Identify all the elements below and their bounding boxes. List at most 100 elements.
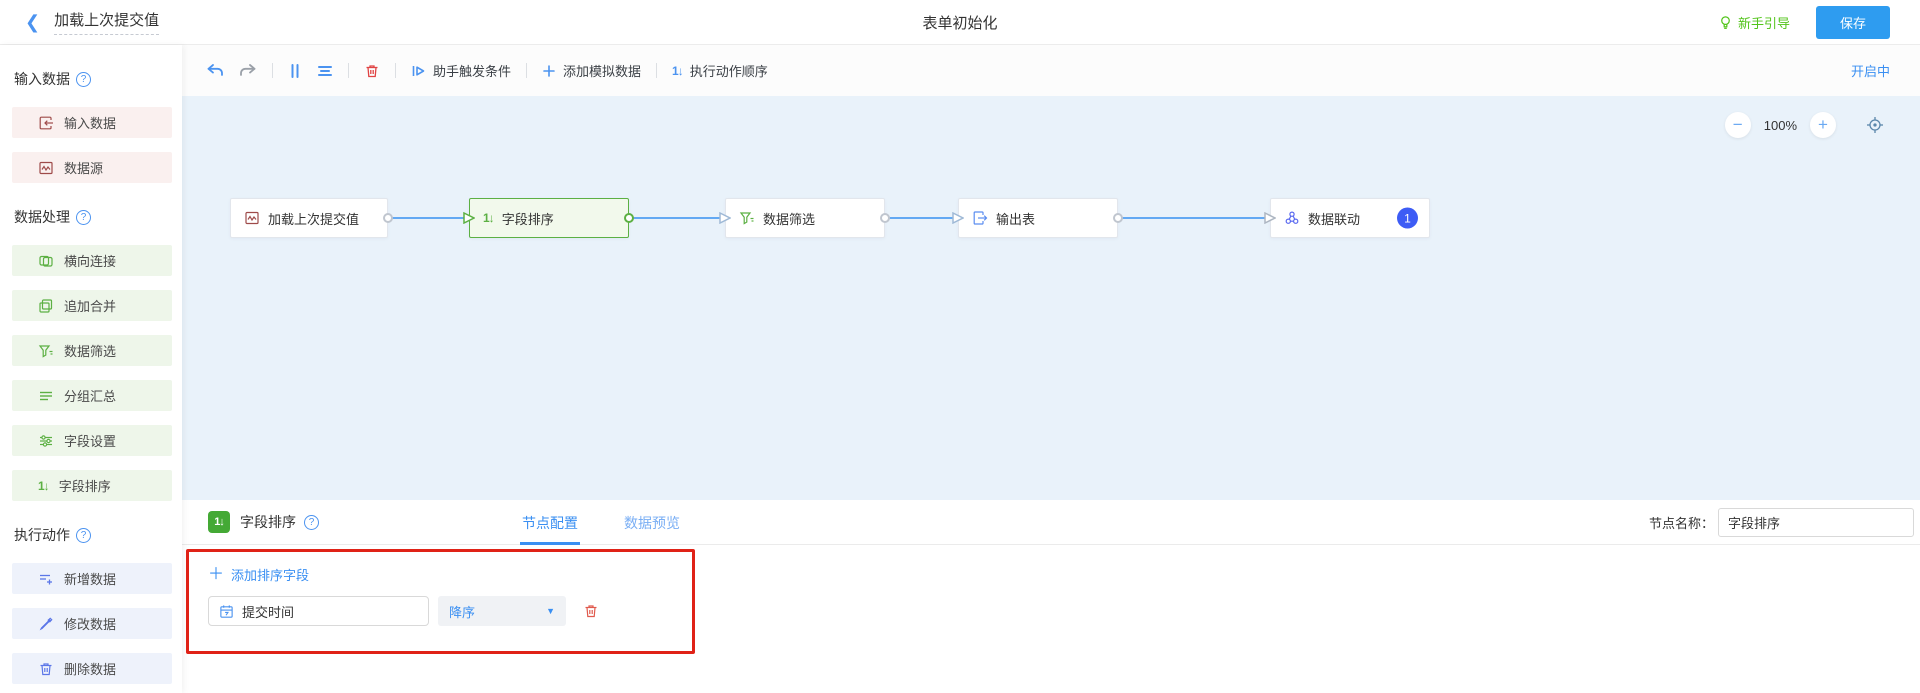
sidebar-item-add-data[interactable]: 新增数据: [12, 563, 172, 594]
sidebar-item-edit-data[interactable]: 修改数据: [12, 608, 172, 639]
node-label: 字段排序: [502, 209, 554, 228]
node-name-input[interactable]: [1718, 508, 1914, 537]
connector-line: [1118, 217, 1270, 219]
delete-sort-rule-icon[interactable]: [583, 603, 599, 619]
node-badge: 1: [1397, 208, 1418, 229]
trigger-icon: [411, 64, 426, 78]
filter-icon: [38, 343, 54, 359]
sidebar-item-data-filter[interactable]: 数据筛选: [12, 335, 172, 366]
sidebar-item-label: 分组汇总: [64, 386, 116, 405]
sort-field-select[interactable]: 提交时间: [208, 596, 429, 626]
field-settings-icon: [38, 433, 54, 449]
sort-order-value: 降序: [449, 602, 475, 621]
zoom-out-button[interactable]: −: [1725, 112, 1751, 138]
sidebar-item-label: 横向连接: [64, 251, 116, 270]
assistant-trigger-label: 助手触发条件: [433, 61, 511, 80]
toolbar-divider: [395, 63, 396, 78]
node-output-table[interactable]: 输出表: [958, 198, 1118, 238]
node-data-filter[interactable]: 数据筛选: [725, 198, 885, 238]
append-merge-icon: [38, 298, 54, 314]
group-summary-icon: [38, 388, 54, 404]
zoom-in-button[interactable]: +: [1810, 112, 1836, 138]
panel-node-title: 字段排序: [240, 512, 296, 532]
node-config-panel: 1↓ 字段排序 ? 节点配置 数据预览 节点名称： ＋ 添加排序字段: [182, 500, 1920, 693]
tab-data-preview[interactable]: 数据预览: [622, 500, 682, 545]
sidebar-item-input-data[interactable]: 输入数据: [12, 107, 172, 138]
header-actions: 新手引导 保存: [1718, 6, 1890, 39]
lightbulb-icon: [1718, 15, 1733, 30]
sidebar-item-group-summary[interactable]: 分组汇总: [12, 380, 172, 411]
input-port[interactable]: [719, 212, 731, 224]
sidebar-item-field-sort[interactable]: 1↓ 字段排序: [12, 470, 172, 501]
sidebar-item-label: 删除数据: [64, 659, 116, 678]
sidebar-item-datasource[interactable]: 数据源: [12, 152, 172, 183]
node-load-last-submit[interactable]: 加载上次提交值: [230, 198, 388, 238]
sort-order-dropdown[interactable]: 降序 ▼: [438, 596, 566, 626]
sidebar-item-field-settings[interactable]: 字段设置: [12, 425, 172, 456]
sidebar-item-label: 数据源: [64, 158, 103, 177]
node-label: 数据联动: [1308, 209, 1360, 228]
plus-icon: [542, 64, 556, 78]
align-horizontal-icon[interactable]: [317, 64, 333, 78]
sidebar-item-append-merge[interactable]: 追加合并: [12, 290, 172, 321]
undo-icon[interactable]: [206, 63, 224, 79]
output-port[interactable]: [624, 213, 634, 223]
sidebar-item-delete-data[interactable]: 删除数据: [12, 653, 172, 684]
datasource-icon: [244, 210, 260, 226]
help-icon[interactable]: ?: [76, 210, 91, 225]
delete-node-icon[interactable]: [364, 63, 380, 79]
section-data-processing: 数据处理 ?: [14, 207, 182, 227]
sidebar-item-label: 字段排序: [59, 476, 111, 495]
help-icon[interactable]: ?: [304, 515, 319, 530]
save-button[interactable]: 保存: [1816, 6, 1890, 39]
add-mock-data-label: 添加模拟数据: [563, 61, 641, 80]
assistant-trigger-button[interactable]: 助手触发条件: [411, 61, 511, 80]
help-icon[interactable]: ?: [76, 72, 91, 87]
sort-order-icon: 1↓: [672, 64, 683, 78]
field-sort-icon: 1↓: [483, 211, 494, 225]
sidebar-item-label: 修改数据: [64, 614, 116, 633]
page-title: 表单初始化: [0, 12, 1920, 33]
node-label: 加载上次提交值: [268, 209, 359, 228]
toolbar-divider: [656, 63, 657, 78]
edit-data-icon: [38, 616, 54, 632]
datasource-icon: [38, 160, 54, 176]
panel-tabs: 节点配置 数据预览: [520, 500, 682, 545]
node-field-sort[interactable]: 1↓ 字段排序: [469, 198, 629, 238]
input-port[interactable]: [952, 212, 964, 224]
section-title: 输入数据: [14, 69, 70, 89]
input-port[interactable]: [1264, 212, 1276, 224]
flow-editor-main: 助手触发条件 添加模拟数据 1↓ 执行动作顺序 开启中 −: [182, 45, 1920, 693]
action-order-label: 执行动作顺序: [690, 61, 768, 80]
add-mock-data-button[interactable]: 添加模拟数据: [542, 61, 641, 80]
import-icon: [38, 115, 54, 131]
sidebar-item-label: 新增数据: [64, 569, 116, 588]
redo-icon[interactable]: [239, 63, 257, 79]
beginner-guide-link[interactable]: 新手引导: [1718, 13, 1790, 32]
sidebar-item-horizontal-join[interactable]: 横向连接: [12, 245, 172, 276]
toolbar-divider: [526, 63, 527, 78]
panel-header: 1↓ 字段排序 ? 节点配置 数据预览 节点名称：: [182, 500, 1920, 545]
input-port[interactable]: [463, 212, 475, 224]
toolbar-divider: [272, 63, 273, 78]
output-port[interactable]: [1113, 213, 1123, 223]
align-vertical-icon[interactable]: [288, 63, 302, 79]
connector-line: [388, 217, 469, 219]
output-port[interactable]: [383, 213, 393, 223]
sidebar-item-label: 输入数据: [64, 113, 116, 132]
section-input-data: 输入数据 ?: [14, 69, 182, 89]
add-sort-field-button[interactable]: ＋ 添加排序字段: [208, 565, 309, 584]
data-linkage-icon: [1284, 210, 1300, 226]
flow-canvas[interactable]: − 100% + 加载上次提交值: [182, 96, 1920, 500]
node-name-label: 节点名称：: [1649, 513, 1714, 532]
tab-node-config[interactable]: 节点配置: [520, 500, 580, 545]
output-port[interactable]: [880, 213, 890, 223]
section-title: 执行动作: [14, 525, 70, 545]
zoom-controls: − 100% +: [1725, 112, 1885, 138]
action-order-button[interactable]: 1↓ 执行动作顺序: [672, 61, 768, 80]
help-icon[interactable]: ?: [76, 528, 91, 543]
chevron-down-icon: ▼: [546, 606, 555, 616]
locate-center-icon[interactable]: [1865, 115, 1885, 135]
node-data-linkage[interactable]: 数据联动 1: [1270, 198, 1430, 238]
assistant-status-toggle[interactable]: 开启中: [1851, 61, 1890, 80]
